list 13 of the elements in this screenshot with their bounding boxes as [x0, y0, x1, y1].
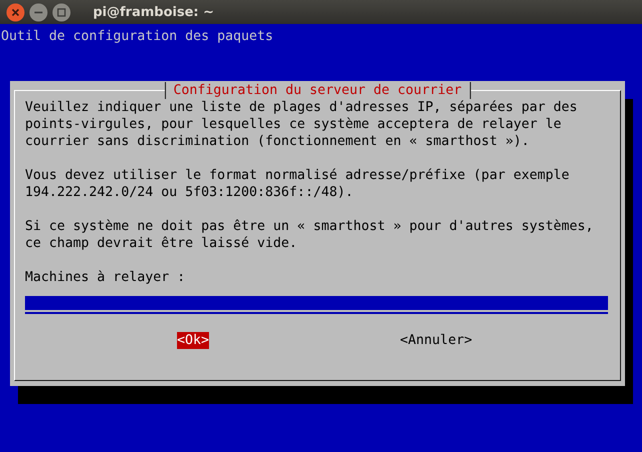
dialog-paragraph: Vous devez utiliser le format normalisé adresse/préfixe (par exemple 194.222.242.0/24 ou 5f03:1200:836f::/48). — [25, 167, 570, 201]
minimize-icon[interactable] — [29, 2, 48, 22]
ok-button[interactable]: <Ok> — [177, 332, 210, 349]
close-icon[interactable] — [6, 2, 25, 22]
field-label: Machines à relayer : — [25, 269, 186, 286]
cancel-button[interactable]: <Annuler> — [400, 332, 472, 349]
dialog-paragraph: Si ce système ne doit pas être un « smarthost » pour d'autres systèmes, ce champ devrait être laissé vide. — [25, 218, 594, 252]
dialog-title: Configuration du serveur de courrier — [164, 82, 471, 99]
terminal-header: Outil de configuration des paquets — [0, 28, 274, 45]
maximize-icon[interactable] — [52, 2, 71, 22]
input-field[interactable] — [25, 296, 608, 312]
window-title: pi@framboise: ~ — [93, 4, 214, 20]
dialog-paragraph: Veuillez indiquer une liste de plages d'adresses IP, séparées par des points-virgules, pour lesquelles ce système acceptera de relayer le courrier sans discrimination (fonctionnement en « smarthost »). — [25, 99, 578, 150]
